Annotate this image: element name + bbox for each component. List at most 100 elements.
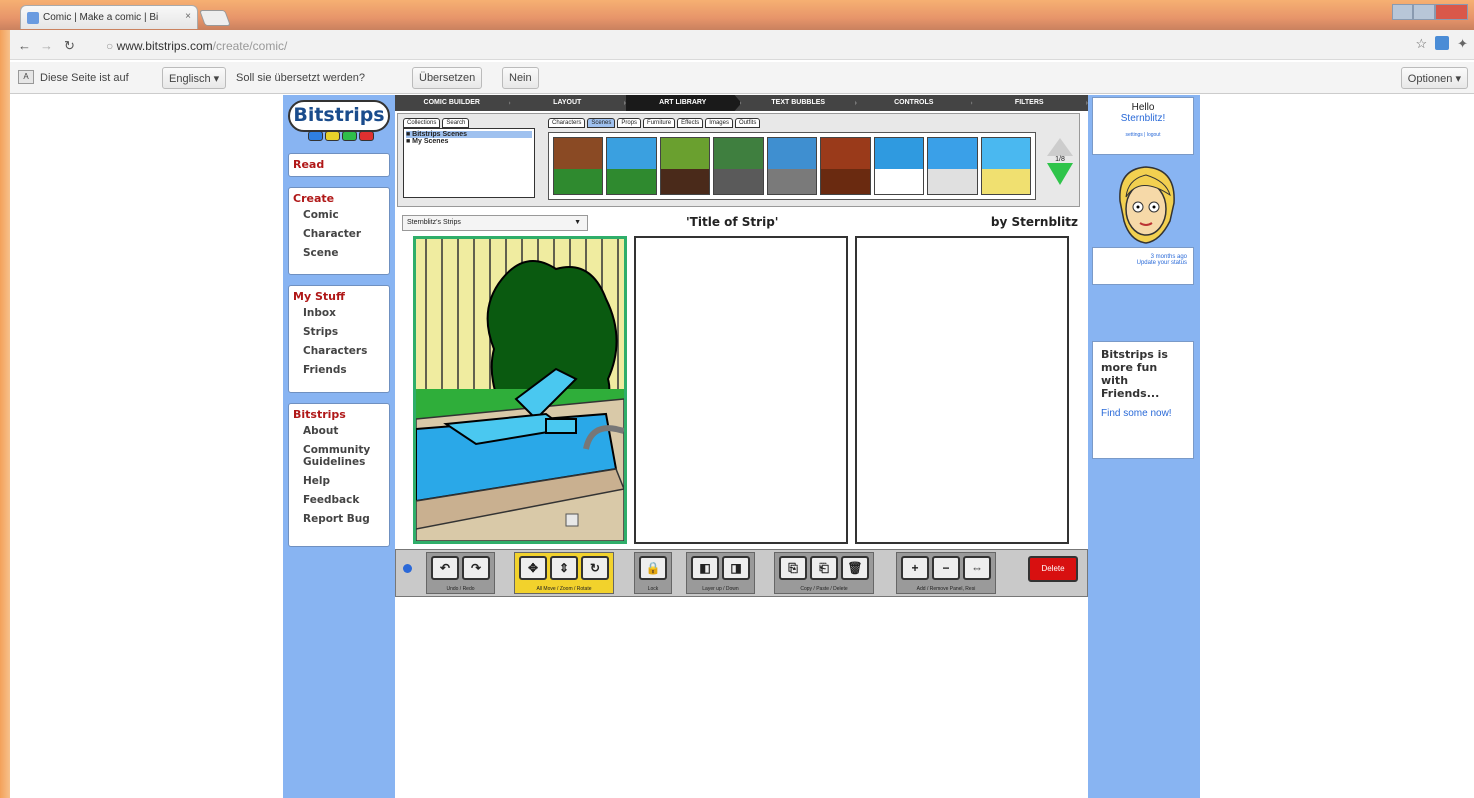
nav-item-help[interactable]: Help: [303, 475, 385, 487]
forward-icon[interactable]: →: [40, 38, 53, 53]
address-bar: ← → ↻ ○ www.bitstrips.com/create/comic/ …: [10, 30, 1474, 60]
nav-item-friends[interactable]: Friends: [303, 364, 385, 376]
redo-button[interactable]: ↷: [462, 556, 490, 580]
friends-promo: Bitstrips is more fun with Friends... Fi…: [1092, 341, 1194, 459]
nav-item-report-bug[interactable]: Report Bug: [303, 513, 385, 525]
bitstrips-site: Bitstrips Read Create Comic Character Sc…: [0, 95, 1474, 798]
blue-dot-icon[interactable]: [403, 564, 412, 573]
undo-button[interactable]: ↶: [431, 556, 459, 580]
nav-item-characters[interactable]: Characters: [303, 345, 385, 357]
add-panel-button[interactable]: +: [901, 556, 929, 580]
scroll-down-icon[interactable]: [1047, 163, 1073, 185]
resize-panel-button[interactable]: ⇔: [963, 556, 991, 580]
rotate-button[interactable]: ↻: [581, 556, 609, 580]
bitstrips-logo[interactable]: Bitstrips: [288, 100, 390, 132]
nav-item-scene[interactable]: Scene: [303, 247, 385, 259]
tab-furniture[interactable]: Furniture: [643, 118, 676, 128]
url-field[interactable]: ○ www.bitstrips.com/create/comic/: [102, 36, 1372, 56]
addr-right-icons: ☆ ✦: [1415, 36, 1468, 52]
avatar[interactable]: [1110, 161, 1182, 247]
nav-item-feedback[interactable]: Feedback: [303, 494, 385, 506]
tab-characters[interactable]: Characters: [548, 118, 586, 128]
zoom-button[interactable]: ⇕: [550, 556, 578, 580]
nav-bitstrips: Bitstrips About Community Guidelines Hel…: [288, 403, 390, 547]
logo-dot: [308, 131, 323, 141]
username-link[interactable]: Sternblitz!: [1093, 113, 1193, 124]
collection-bitstrips-scenes[interactable]: ■ Bitstrips Scenes: [406, 131, 532, 138]
find-friends-link[interactable]: Find some now!: [1101, 408, 1185, 420]
wrench-icon[interactable]: ✦: [1457, 36, 1468, 52]
nav-item-community-guidelines[interactable]: Community Guidelines: [303, 444, 385, 468]
tab-comic-builder[interactable]: COMIC BUILDER: [395, 95, 511, 111]
scene-thumbnail[interactable]: [659, 137, 711, 195]
new-tab-button[interactable]: [199, 10, 231, 26]
tab-props[interactable]: Props: [617, 118, 642, 128]
comic-panel-2[interactable]: [634, 236, 848, 544]
scene-thumbnail[interactable]: [980, 137, 1031, 195]
tab-outfits[interactable]: Outfits: [734, 118, 761, 128]
strip-title[interactable]: 'Title of Strip': [686, 215, 778, 229]
title-bar: Comic | Make a comic | Bi ×: [0, 0, 1474, 30]
no-button[interactable]: Nein: [502, 67, 539, 89]
minimize-button[interactable]: [1392, 4, 1414, 20]
close-window-button[interactable]: [1434, 4, 1468, 20]
tab-art-library[interactable]: ART LIBRARY: [626, 95, 742, 111]
url-domain: www.bitstrips.com: [116, 39, 213, 53]
url-path: /create/comic/: [212, 39, 288, 53]
tab-controls[interactable]: CONTROLS: [857, 95, 973, 111]
move-button[interactable]: ✥: [519, 556, 547, 580]
tab-scenes[interactable]: Scenes: [587, 118, 616, 128]
red-action-button[interactable]: Delete: [1028, 556, 1078, 582]
nav-item-character[interactable]: Character: [303, 228, 385, 240]
scene-thumbnail[interactable]: [927, 137, 978, 195]
collection-my-scenes[interactable]: ■ My Scenes: [406, 138, 532, 145]
extension-icon[interactable]: [1435, 36, 1450, 50]
chevron-down-icon: ▼: [574, 219, 581, 226]
tab-collections[interactable]: Collections: [403, 118, 441, 128]
browser-tab[interactable]: Comic | Make a comic | Bi ×: [20, 5, 198, 29]
tab-close-icon[interactable]: ×: [185, 11, 191, 22]
nav-create-heading: Create: [293, 192, 335, 205]
tab-text-bubbles[interactable]: TEXT BUBBLES: [742, 95, 857, 111]
scroll-up-icon[interactable]: [1047, 138, 1073, 156]
lock-button[interactable]: 🔒: [639, 556, 667, 580]
delete-button[interactable]: 🗑: [841, 556, 869, 580]
maximize-button[interactable]: [1413, 4, 1435, 20]
nav-item-about[interactable]: About: [303, 425, 385, 437]
update-status-link[interactable]: Update your status: [1099, 260, 1187, 266]
scene-thumbnail[interactable]: [820, 137, 871, 195]
nav-create: Create Comic Character Scene: [288, 187, 390, 275]
nav-read[interactable]: Read: [288, 153, 390, 177]
remove-panel-button[interactable]: −: [932, 556, 960, 580]
tab-filters[interactable]: FILTERS: [973, 95, 1088, 111]
language-select[interactable]: Englisch ▾: [162, 67, 227, 89]
star-icon[interactable]: ☆: [1415, 36, 1427, 52]
category-tabs: Characters Scenes Props Furniture Effect…: [548, 118, 761, 128]
scene-thumbnail[interactable]: [766, 137, 818, 195]
nav-item-comic[interactable]: Comic: [303, 209, 385, 221]
scene-thumbnail[interactable]: [873, 137, 925, 195]
nav-item-inbox[interactable]: Inbox: [303, 307, 385, 319]
scene-thumbnail[interactable]: [713, 137, 764, 195]
back-icon[interactable]: ←: [18, 38, 31, 53]
scene-thumbnail[interactable]: [553, 137, 604, 195]
layer-down-button[interactable]: ◨: [722, 556, 750, 580]
options-button[interactable]: Optionen ▾: [1400, 67, 1468, 89]
settings-logout-links[interactable]: settings | logout: [1093, 132, 1193, 138]
tab-layout[interactable]: LAYOUT: [511, 95, 626, 111]
layer-up-button[interactable]: ◧: [691, 556, 719, 580]
paste-button[interactable]: ⎗: [810, 556, 838, 580]
reload-icon[interactable]: ↻: [64, 38, 75, 54]
tab-search[interactable]: Search: [442, 118, 470, 128]
nav-item-strips[interactable]: Strips: [303, 326, 385, 338]
comic-panel-1[interactable]: [413, 236, 627, 544]
comic-panel-3[interactable]: [855, 236, 1069, 544]
strip-selector[interactable]: Sternblitz's Strips ▼: [402, 215, 588, 231]
builder-menu: COMIC BUILDER LAYOUT ART LIBRARY TEXT BU…: [395, 95, 1088, 111]
copy-button[interactable]: ⎘: [779, 556, 807, 580]
status-bubble: 3 months ago Update your status: [1092, 247, 1194, 285]
translate-button[interactable]: Übersetzen: [412, 67, 483, 89]
tab-effects[interactable]: Effects: [677, 118, 704, 128]
tab-images[interactable]: Images: [705, 118, 733, 128]
scene-thumbnail[interactable]: [606, 137, 657, 195]
